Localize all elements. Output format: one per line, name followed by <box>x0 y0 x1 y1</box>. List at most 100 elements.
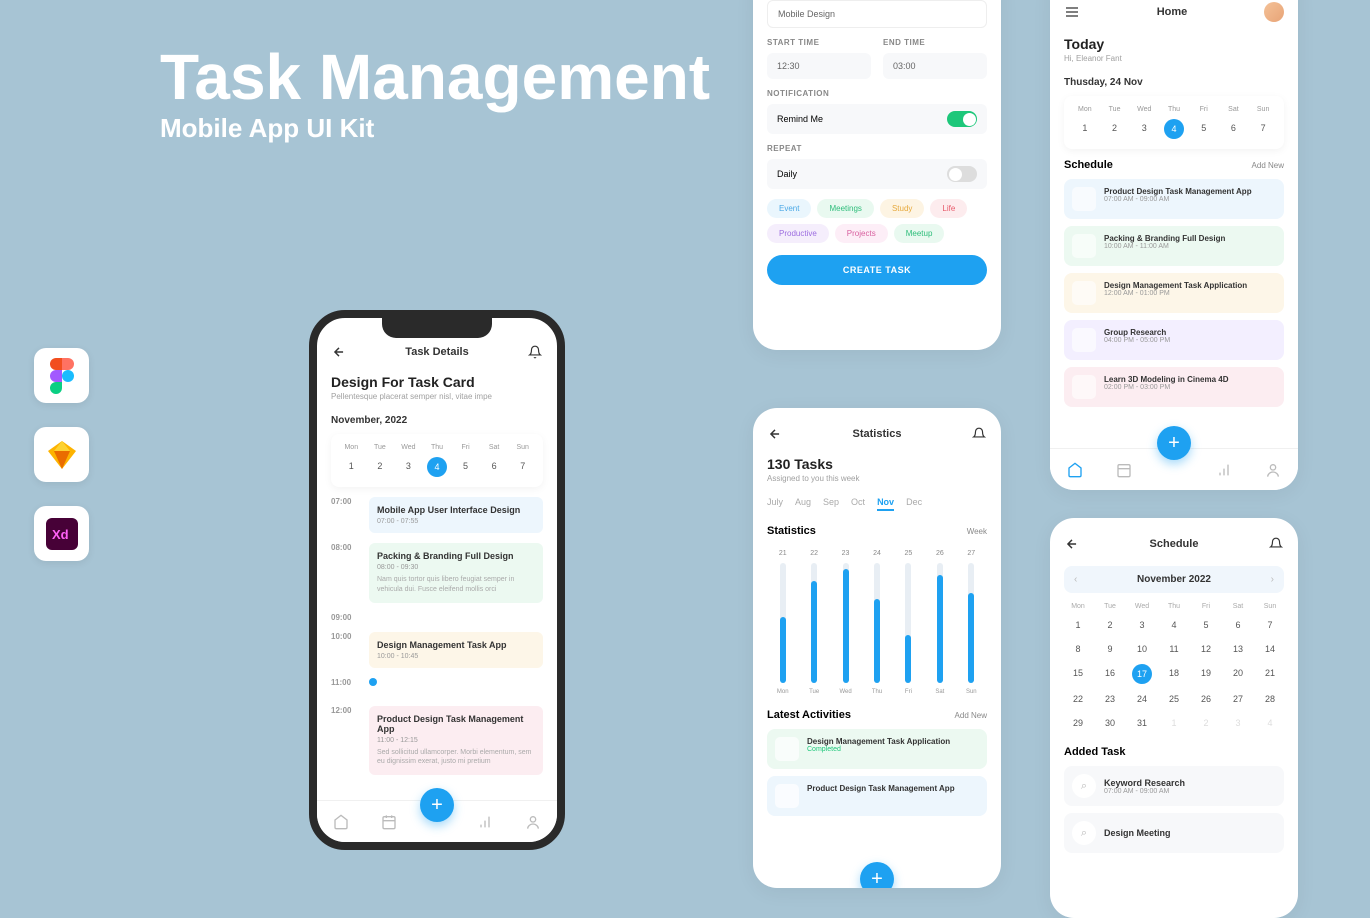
avatar[interactable] <box>1264 2 1284 22</box>
week-picker[interactable]: MonTueWedThuFriSatSun 1234567 <box>1064 96 1284 149</box>
bell-icon[interactable] <box>527 344 543 360</box>
added-task-item[interactable]: ⌕Design Meeting <box>1064 813 1284 853</box>
calendar-day[interactable]: 6 <box>1224 616 1252 634</box>
month-tab[interactable]: Aug <box>795 497 811 511</box>
month-tabs[interactable]: JulyAugSepOctNovDec <box>767 497 987 511</box>
task-name-input[interactable]: Mobile Design <box>767 0 987 28</box>
weekday-number[interactable]: 2 <box>1102 119 1128 139</box>
repeat-toggle[interactable] <box>947 166 977 182</box>
weekday-number[interactable]: 3 <box>1131 119 1157 139</box>
weekday-number[interactable]: 1 <box>1072 119 1098 139</box>
calendar-day[interactable]: 2 <box>1096 616 1124 634</box>
category-tag[interactable]: Event <box>767 199 811 218</box>
calendar-day[interactable]: 3 <box>1128 616 1156 634</box>
calendar-day[interactable]: 23 <box>1096 690 1124 708</box>
calendar-day[interactable]: 15 <box>1064 664 1092 684</box>
calendar-day[interactable]: 19 <box>1192 664 1220 684</box>
calendar-day[interactable]: 7 <box>1256 616 1284 634</box>
calendar-icon[interactable] <box>1116 462 1132 478</box>
start-time-input[interactable]: 12:30 <box>767 53 871 79</box>
remind-toggle[interactable] <box>947 111 977 127</box>
calendar-day[interactable]: 14 <box>1256 640 1284 658</box>
schedule-item[interactable]: Learn 3D Modeling in Cinema 4D02:00 PM -… <box>1064 367 1284 407</box>
weekday-number[interactable]: 1 <box>339 457 364 477</box>
calendar-day[interactable]: 28 <box>1256 690 1284 708</box>
month-tab[interactable]: July <box>767 497 783 511</box>
stats-icon[interactable] <box>477 814 493 830</box>
back-icon[interactable] <box>331 344 347 360</box>
weekday-number[interactable]: 5 <box>453 457 478 477</box>
calendar-day[interactable]: 20 <box>1224 664 1252 684</box>
calendar-day[interactable]: 18 <box>1160 664 1188 684</box>
calendar-day[interactable]: 21 <box>1256 664 1284 684</box>
bell-icon[interactable] <box>971 426 987 442</box>
week-picker[interactable]: MonTueWedThuFriSatSun 1234567 <box>331 434 543 487</box>
add-button[interactable]: + <box>860 862 894 888</box>
schedule-item[interactable]: Group Research04:00 PM - 05:00 PM <box>1064 320 1284 360</box>
chevron-right-icon[interactable]: › <box>1271 574 1274 585</box>
weekday-number[interactable]: 7 <box>510 457 535 477</box>
create-task-button[interactable]: CREATE TASK <box>767 255 987 285</box>
back-icon[interactable] <box>767 426 783 442</box>
calendar-day[interactable]: 5 <box>1192 616 1220 634</box>
calendar-day[interactable]: 9 <box>1096 640 1124 658</box>
calendar-day[interactable]: 22 <box>1064 690 1092 708</box>
category-tag[interactable]: Life <box>930 199 967 218</box>
task-card[interactable]: Packing & Branding Full Design08:00 - 09… <box>369 543 543 603</box>
task-card[interactable]: Design Management Task App10:00 - 10:45 <box>369 632 543 668</box>
category-tag[interactable]: Projects <box>835 224 888 243</box>
calendar-day[interactable]: 1 <box>1160 714 1188 732</box>
calendar-day[interactable]: 27 <box>1224 690 1252 708</box>
month-tab[interactable]: Oct <box>851 497 865 511</box>
schedule-item[interactable]: Product Design Task Management App07:00 … <box>1064 179 1284 219</box>
stats-icon[interactable] <box>1216 462 1232 478</box>
activity-item[interactable]: Design Management Task ApplicationComple… <box>767 729 987 769</box>
task-card[interactable]: Mobile App User Interface Design07:00 - … <box>369 497 543 533</box>
weekday-number[interactable]: 6 <box>1221 119 1247 139</box>
month-tab[interactable]: Nov <box>877 497 894 511</box>
add-button[interactable]: + <box>1157 426 1191 460</box>
added-task-item[interactable]: ⌕Keyword Research07:00 AM - 09:00 AM <box>1064 766 1284 806</box>
calendar-day[interactable]: 11 <box>1160 640 1188 658</box>
profile-icon[interactable] <box>1265 462 1281 478</box>
task-card[interactable]: Product Design Task Management App11:00 … <box>369 706 543 776</box>
calendar-day[interactable]: 2 <box>1192 714 1220 732</box>
schedule-item[interactable]: Design Management Task Application12:00 … <box>1064 273 1284 313</box>
category-tag[interactable]: Meetup <box>894 224 945 243</box>
weekday-number[interactable]: 7 <box>1250 119 1276 139</box>
schedule-item[interactable]: Packing & Branding Full Design10:00 AM -… <box>1064 226 1284 266</box>
bell-icon[interactable] <box>1268 536 1284 552</box>
weekday-number[interactable]: 6 <box>482 457 507 477</box>
calendar-day[interactable]: 3 <box>1224 714 1252 732</box>
weekday-number[interactable]: 4 <box>427 457 447 477</box>
calendar-day[interactable]: 13 <box>1224 640 1252 658</box>
weekday-number[interactable]: 2 <box>368 457 393 477</box>
category-tag[interactable]: Study <box>880 199 924 218</box>
calendar-day[interactable]: 31 <box>1128 714 1156 732</box>
weekday-number[interactable]: 3 <box>396 457 421 477</box>
calendar-day[interactable]: 29 <box>1064 714 1092 732</box>
calendar-day[interactable]: 12 <box>1192 640 1220 658</box>
weekday-number[interactable]: 5 <box>1191 119 1217 139</box>
calendar-day[interactable]: 1 <box>1064 616 1092 634</box>
calendar-icon[interactable] <box>381 814 397 830</box>
add-new-link[interactable]: Add New <box>955 711 987 720</box>
calendar-day[interactable]: 10 <box>1128 640 1156 658</box>
add-new-link[interactable]: Add New <box>1252 161 1284 170</box>
calendar-day[interactable]: 30 <box>1096 714 1124 732</box>
calendar-day[interactable]: 17 <box>1132 664 1152 684</box>
profile-icon[interactable] <box>525 814 541 830</box>
calendar-day[interactable]: 25 <box>1160 690 1188 708</box>
period-label[interactable]: Week <box>967 527 987 536</box>
category-tag[interactable]: Meetings <box>817 199 873 218</box>
calendar-day[interactable]: 16 <box>1096 664 1124 684</box>
calendar-day[interactable]: 24 <box>1128 690 1156 708</box>
home-icon[interactable] <box>1067 462 1083 478</box>
back-icon[interactable] <box>1064 536 1080 552</box>
calendar-grid[interactable]: MonTueWedThuFriSatSun1234567891011121314… <box>1064 603 1284 732</box>
category-tag[interactable]: Productive <box>767 224 829 243</box>
calendar-day[interactable]: 26 <box>1192 690 1220 708</box>
month-tab[interactable]: Sep <box>823 497 839 511</box>
calendar-day[interactable]: 4 <box>1256 714 1284 732</box>
calendar-day[interactable]: 8 <box>1064 640 1092 658</box>
